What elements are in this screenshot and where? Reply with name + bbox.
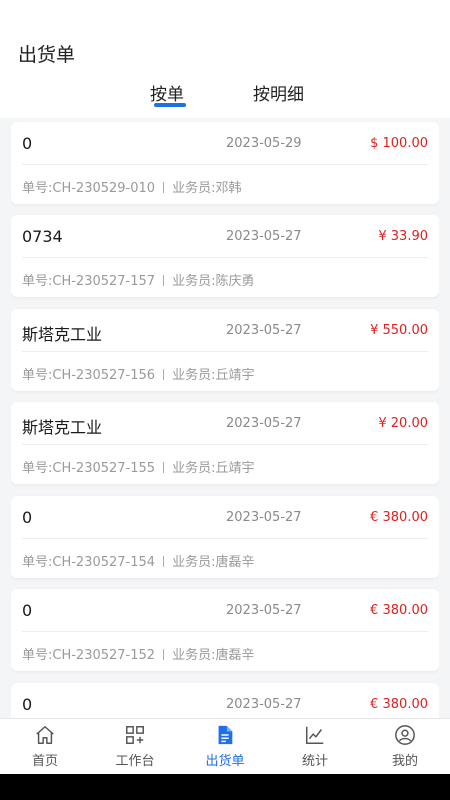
active-tab-indicator — [154, 103, 186, 107]
document-icon — [218, 725, 233, 745]
profile-icon — [395, 725, 415, 745]
order-number: 单号:CH-230527-156 — [22, 368, 156, 383]
tabbar-item-mine[interactable]: 我的 — [360, 719, 450, 775]
order-amount: € 380.00 — [370, 510, 428, 525]
header: 出货单 按单 按明细 — [0, 0, 450, 118]
order-date: 2023-05-27 — [226, 603, 302, 618]
tabs: 按单 按明细 — [0, 80, 450, 112]
salesperson: 业务员:邓韩 — [172, 181, 242, 196]
tabbar-label: 首页 — [31, 754, 58, 769]
order-card[interactable]: 0 2023-05-27 € 380.00 单号:CH-230527-154 业务… — [11, 496, 439, 578]
tabbar-item-statistics[interactable]: 统计 — [270, 719, 360, 775]
order-number: 单号:CH-230527-157 — [22, 274, 156, 289]
order-card[interactable]: 0 2023-05-29 $ 100.00 单号:CH-230529-010 业务… — [11, 122, 439, 204]
salesperson: 业务员:丘靖宇 — [172, 461, 255, 476]
tabbar-label: 工作台 — [115, 754, 155, 769]
order-amount: $ 100.00 — [370, 136, 428, 151]
tabbar-item-workbench[interactable]: 工作台 — [90, 719, 180, 775]
order-number: 单号:CH-230529-010 — [22, 181, 156, 196]
salesperson: 业务员:唐磊辛 — [172, 648, 255, 663]
divider — [22, 257, 428, 258]
meta-separator — [163, 462, 165, 473]
page-title: 出货单 — [18, 44, 76, 66]
customer-name: 0 — [22, 134, 33, 153]
home-icon — [36, 726, 54, 744]
order-meta: 单号:CH-230527-156 业务员:丘靖宇 — [22, 364, 254, 383]
order-date: 2023-05-29 — [226, 136, 302, 151]
order-meta: 单号:CH-230527-152 业务员:唐磊辛 — [22, 644, 254, 663]
bottom-tabbar: 首页 工作台 出货单 统计 我的 — [0, 718, 450, 774]
order-list[interactable]: 0 2023-05-29 $ 100.00 单号:CH-230529-010 业务… — [11, 122, 439, 718]
tabbar-label: 统计 — [301, 754, 328, 769]
order-meta: 单号:CH-230527-154 业务员:唐磊辛 — [22, 551, 254, 570]
customer-name: 0 — [22, 508, 33, 527]
customer-name: 0734 — [22, 227, 63, 246]
order-date: 2023-05-27 — [226, 697, 302, 712]
order-amount: ¥ 33.90 — [378, 229, 428, 244]
order-date: 2023-05-27 — [226, 323, 302, 338]
divider — [22, 351, 428, 352]
order-date: 2023-05-27 — [226, 229, 302, 244]
meta-separator — [163, 182, 165, 193]
meta-separator — [163, 649, 165, 660]
chart-icon — [306, 726, 324, 744]
salesperson: 业务员:陈庆勇 — [172, 274, 255, 289]
customer-name: 斯塔克工业 — [22, 325, 103, 344]
order-date: 2023-05-27 — [226, 510, 302, 525]
tab-by-order[interactable]: 按单 — [150, 80, 184, 105]
workbench-icon — [126, 726, 144, 744]
order-number: 单号:CH-230527-154 — [22, 555, 156, 570]
order-amount: ¥ 550.00 — [370, 323, 428, 338]
meta-separator — [163, 556, 165, 567]
salesperson: 业务员:唐磊辛 — [172, 555, 255, 570]
tabbar-item-home[interactable]: 首页 — [0, 719, 90, 775]
order-date: 2023-05-27 — [226, 416, 302, 431]
order-meta: 单号:CH-230527-155 业务员:丘靖宇 — [22, 457, 254, 476]
order-amount: € 380.00 — [370, 603, 428, 618]
divider — [22, 164, 428, 165]
order-meta: 单号:CH-230529-010 业务员:邓韩 — [22, 177, 241, 196]
divider — [22, 444, 428, 445]
customer-name: 0 — [22, 601, 33, 620]
order-meta: 单号:CH-230527-157 业务员:陈庆勇 — [22, 270, 254, 289]
tabbar-label: 出货单 — [205, 754, 245, 769]
salesperson: 业务员:丘靖宇 — [172, 368, 255, 383]
order-number: 单号:CH-230527-152 — [22, 648, 156, 663]
divider — [22, 631, 428, 632]
meta-separator — [163, 275, 165, 286]
order-card[interactable]: 斯塔克工业 2023-05-27 ¥ 550.00 单号:CH-230527-1… — [11, 309, 439, 391]
meta-separator — [163, 369, 165, 380]
order-number: 单号:CH-230527-155 — [22, 461, 156, 476]
tabbar-item-shipping-order[interactable]: 出货单 — [180, 719, 270, 775]
order-amount: € 380.00 — [370, 697, 428, 712]
tabbar-label: 我的 — [391, 754, 418, 769]
customer-name: 斯塔克工业 — [22, 418, 103, 437]
divider — [22, 538, 428, 539]
tab-by-detail[interactable]: 按明细 — [253, 80, 304, 105]
system-navigation-bar — [0, 774, 450, 800]
order-card[interactable]: 斯塔克工业 2023-05-27 ¥ 20.00 单号:CH-230527-15… — [11, 402, 439, 484]
order-card[interactable]: 0 2023-05-27 € 380.00 单号:CH-230527-152 业务… — [11, 589, 439, 671]
order-card[interactable]: 0 2023-05-27 € 380.00 — [11, 683, 439, 718]
order-card[interactable]: 0734 2023-05-27 ¥ 33.90 单号:CH-230527-157… — [11, 215, 439, 297]
order-amount: ¥ 20.00 — [378, 416, 428, 431]
customer-name: 0 — [22, 695, 33, 714]
